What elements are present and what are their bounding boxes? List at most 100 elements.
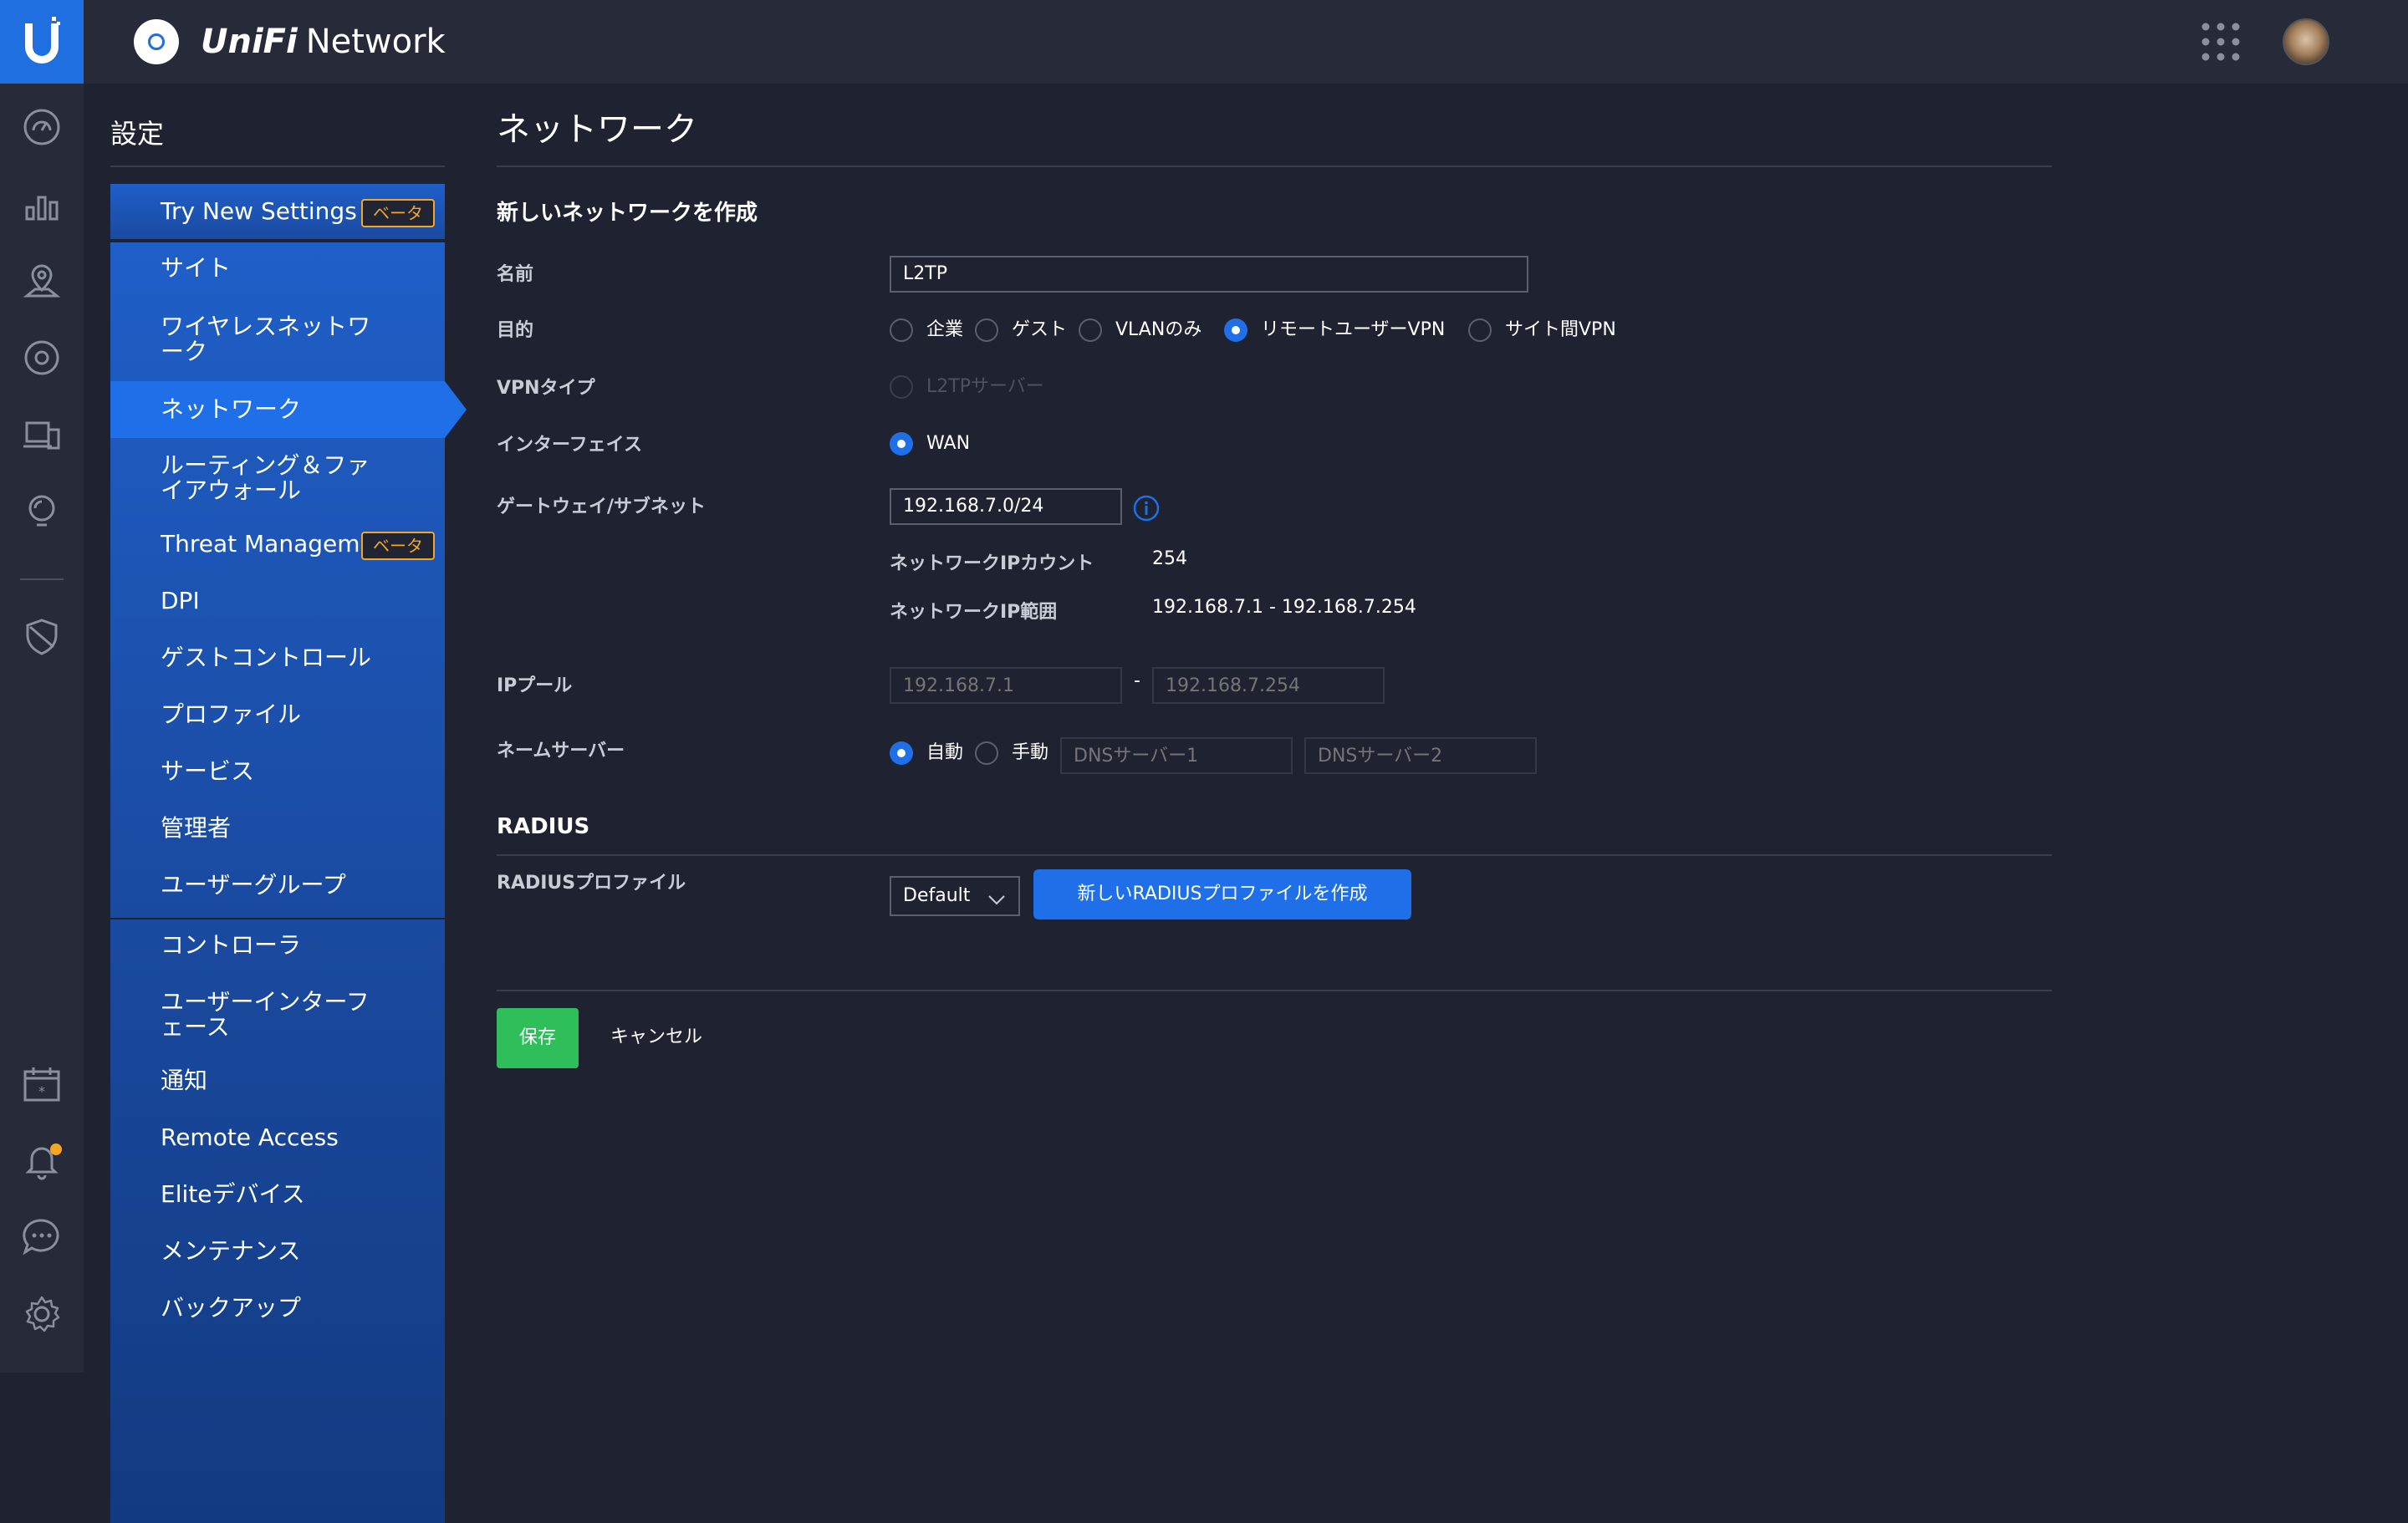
- radius-profile-select[interactable]: Default: [890, 876, 1020, 916]
- statistics-icon[interactable]: [22, 184, 62, 224]
- radius-profile-label: RADIUSプロファイル: [497, 873, 686, 894]
- menu-item-label: サービス: [161, 759, 255, 785]
- menu-item-remote-access[interactable]: Remote Access: [110, 1125, 445, 1154]
- chevron-down-icon: [987, 886, 1007, 923]
- menu-item-guest-control[interactable]: ゲストコントロール: [110, 645, 445, 674]
- ip-pool-start-input[interactable]: [890, 667, 1122, 704]
- name-server-option-auto: 自動: [926, 742, 964, 763]
- menu-item-user-groups[interactable]: ユーザーグループ: [110, 873, 445, 901]
- menu-item-admins[interactable]: 管理者: [110, 816, 445, 844]
- menu-item-label: 通知: [161, 1068, 208, 1094]
- dashboard-icon[interactable]: [22, 107, 62, 147]
- gear-icon[interactable]: [22, 1294, 62, 1334]
- dns-server-2-input[interactable]: [1304, 737, 1537, 774]
- vpn-type-label: VPNタイプ: [497, 378, 595, 399]
- notification-badge: [50, 1144, 62, 1155]
- beta-badge: ベータ: [361, 532, 435, 560]
- save-button[interactable]: 保存: [497, 1008, 579, 1068]
- gateway-subnet-label: ゲートウェイ/サブネット: [497, 497, 707, 517]
- gateway-subnet-input[interactable]: 192.168.7.0/24: [890, 488, 1122, 525]
- ip-range-label: ネットワークIP範囲: [890, 602, 1058, 623]
- menu-item-label: バックアップ: [161, 1296, 302, 1322]
- menu-item-label: プロファイル: [161, 702, 302, 728]
- interface-radio-wan[interactable]: [890, 432, 913, 456]
- menu-item-controller[interactable]: コントローラ: [110, 933, 445, 961]
- top-bar: UniFi Network: [84, 0, 2408, 84]
- clients-icon[interactable]: [22, 415, 62, 455]
- purpose-option-vlan-only: VLANのみ: [1115, 319, 1202, 340]
- purpose-radio-remote-user-vpn[interactable]: [1224, 318, 1247, 342]
- ip-count-label: ネットワークIPカウント: [890, 553, 1094, 574]
- menu-item-dpi[interactable]: DPI: [110, 588, 445, 617]
- calendar-events-icon[interactable]: *: [22, 1065, 62, 1105]
- beta-badge: ベータ: [361, 199, 435, 227]
- ubiquiti-logo-icon[interactable]: [0, 0, 84, 84]
- menu-item-label: DPI: [161, 588, 200, 614]
- svg-text:*: *: [38, 1083, 45, 1099]
- purpose-radio-vlan-only[interactable]: [1079, 318, 1102, 342]
- section-title-create-network: 新しいネットワークを作成: [497, 201, 758, 226]
- menu-item-threat-management[interactable]: Threat Management ベータ: [110, 532, 445, 560]
- dns-server-1-input[interactable]: [1060, 737, 1293, 774]
- purpose-label: 目的: [497, 320, 534, 341]
- menu-item-label: Threat Management: [161, 532, 363, 557]
- name-label: 名前: [497, 264, 534, 285]
- name-server-radio-manual[interactable]: [975, 741, 998, 765]
- app-grid-icon[interactable]: [2199, 20, 2242, 64]
- ip-range-value: 192.168.7.1 - 192.168.7.254: [1152, 597, 1416, 618]
- menu-item-user-interface[interactable]: ユーザーインターフェース: [110, 990, 445, 1042]
- map-icon[interactable]: [22, 261, 62, 301]
- title-divider: [497, 166, 2052, 167]
- menu-item-label: Try New Settings: [161, 199, 357, 225]
- settings-title: 設定: [110, 118, 165, 150]
- radius-profile-value: Default: [903, 885, 971, 906]
- menu-item-networks[interactable]: ネットワーク: [110, 381, 445, 438]
- menu-item-profiles[interactable]: プロファイル: [110, 702, 445, 731]
- create-radius-profile-button[interactable]: 新しいRADIUSプロファイルを作成: [1033, 869, 1411, 919]
- menu-item-label: Eliteデバイス: [161, 1182, 305, 1208]
- shield-icon[interactable]: [22, 617, 62, 657]
- menu-item-wireless-networks[interactable]: ワイヤレスネットワーク: [110, 314, 445, 366]
- name-server-label: ネームサーバー: [497, 741, 625, 762]
- menu-item-label: ユーザーインターフェース: [161, 990, 370, 1041]
- menu-item-label: ワイヤレスネットワーク: [161, 314, 371, 365]
- devices-icon[interactable]: [22, 338, 62, 378]
- menu-item-backup[interactable]: バックアップ: [110, 1296, 445, 1324]
- purpose-radio-guest[interactable]: [975, 318, 998, 342]
- user-avatar[interactable]: [2283, 18, 2329, 65]
- purpose-radio-site-to-site-vpn[interactable]: [1468, 318, 1492, 342]
- app-brand: UniFi Network: [201, 20, 446, 64]
- active-item-pointer: [445, 381, 467, 438]
- ip-pool-end-input[interactable]: [1152, 667, 1385, 704]
- chat-icon[interactable]: [22, 1217, 62, 1257]
- purpose-radio-corporate[interactable]: [890, 318, 913, 342]
- menu-item-try-new-settings[interactable]: Try New Settings ベータ: [110, 199, 445, 227]
- interface-option-wan: WAN: [926, 433, 971, 454]
- info-icon[interactable]: [1133, 495, 1160, 522]
- vpn-type-radio-l2tp[interactable]: [890, 375, 913, 399]
- brand-unifi: UniFi: [201, 23, 298, 61]
- name-server-option-manual: 手動: [1012, 742, 1049, 763]
- settings-divider: [110, 166, 445, 167]
- menu-item-routing-firewall[interactable]: ルーティング＆ファイアウォール: [110, 453, 445, 505]
- menu-item-elite-devices[interactable]: Eliteデバイス: [110, 1182, 445, 1210]
- menu-item-label: ユーザーグループ: [161, 873, 346, 899]
- name-input[interactable]: L2TP: [890, 256, 1528, 293]
- menu-item-maintenance[interactable]: メンテナンス: [110, 1239, 445, 1267]
- name-server-radio-auto[interactable]: [890, 741, 913, 765]
- ip-count-value: 254: [1152, 548, 1187, 569]
- menu-item-label: ゲストコントロール: [161, 645, 372, 671]
- purpose-option-remote-user-vpn: リモートユーザーVPN: [1261, 319, 1446, 340]
- unifi-network-logo-icon[interactable]: [134, 19, 179, 64]
- menu-item-notifications[interactable]: 通知: [110, 1068, 445, 1097]
- menu-item-label: 管理者: [161, 816, 232, 842]
- cancel-button[interactable]: キャンセル: [610, 1025, 702, 1050]
- menu-item-services[interactable]: サービス: [110, 759, 445, 787]
- insights-icon[interactable]: [22, 492, 62, 532]
- menu-item-label: Remote Access: [161, 1125, 339, 1151]
- purpose-option-guest: ゲスト: [1012, 319, 1068, 340]
- page-title: ネットワーク: [497, 110, 697, 149]
- interface-label: インターフェイス: [497, 435, 643, 456]
- menu-item-site[interactable]: サイト: [110, 256, 445, 284]
- rail-divider: [20, 578, 64, 580]
